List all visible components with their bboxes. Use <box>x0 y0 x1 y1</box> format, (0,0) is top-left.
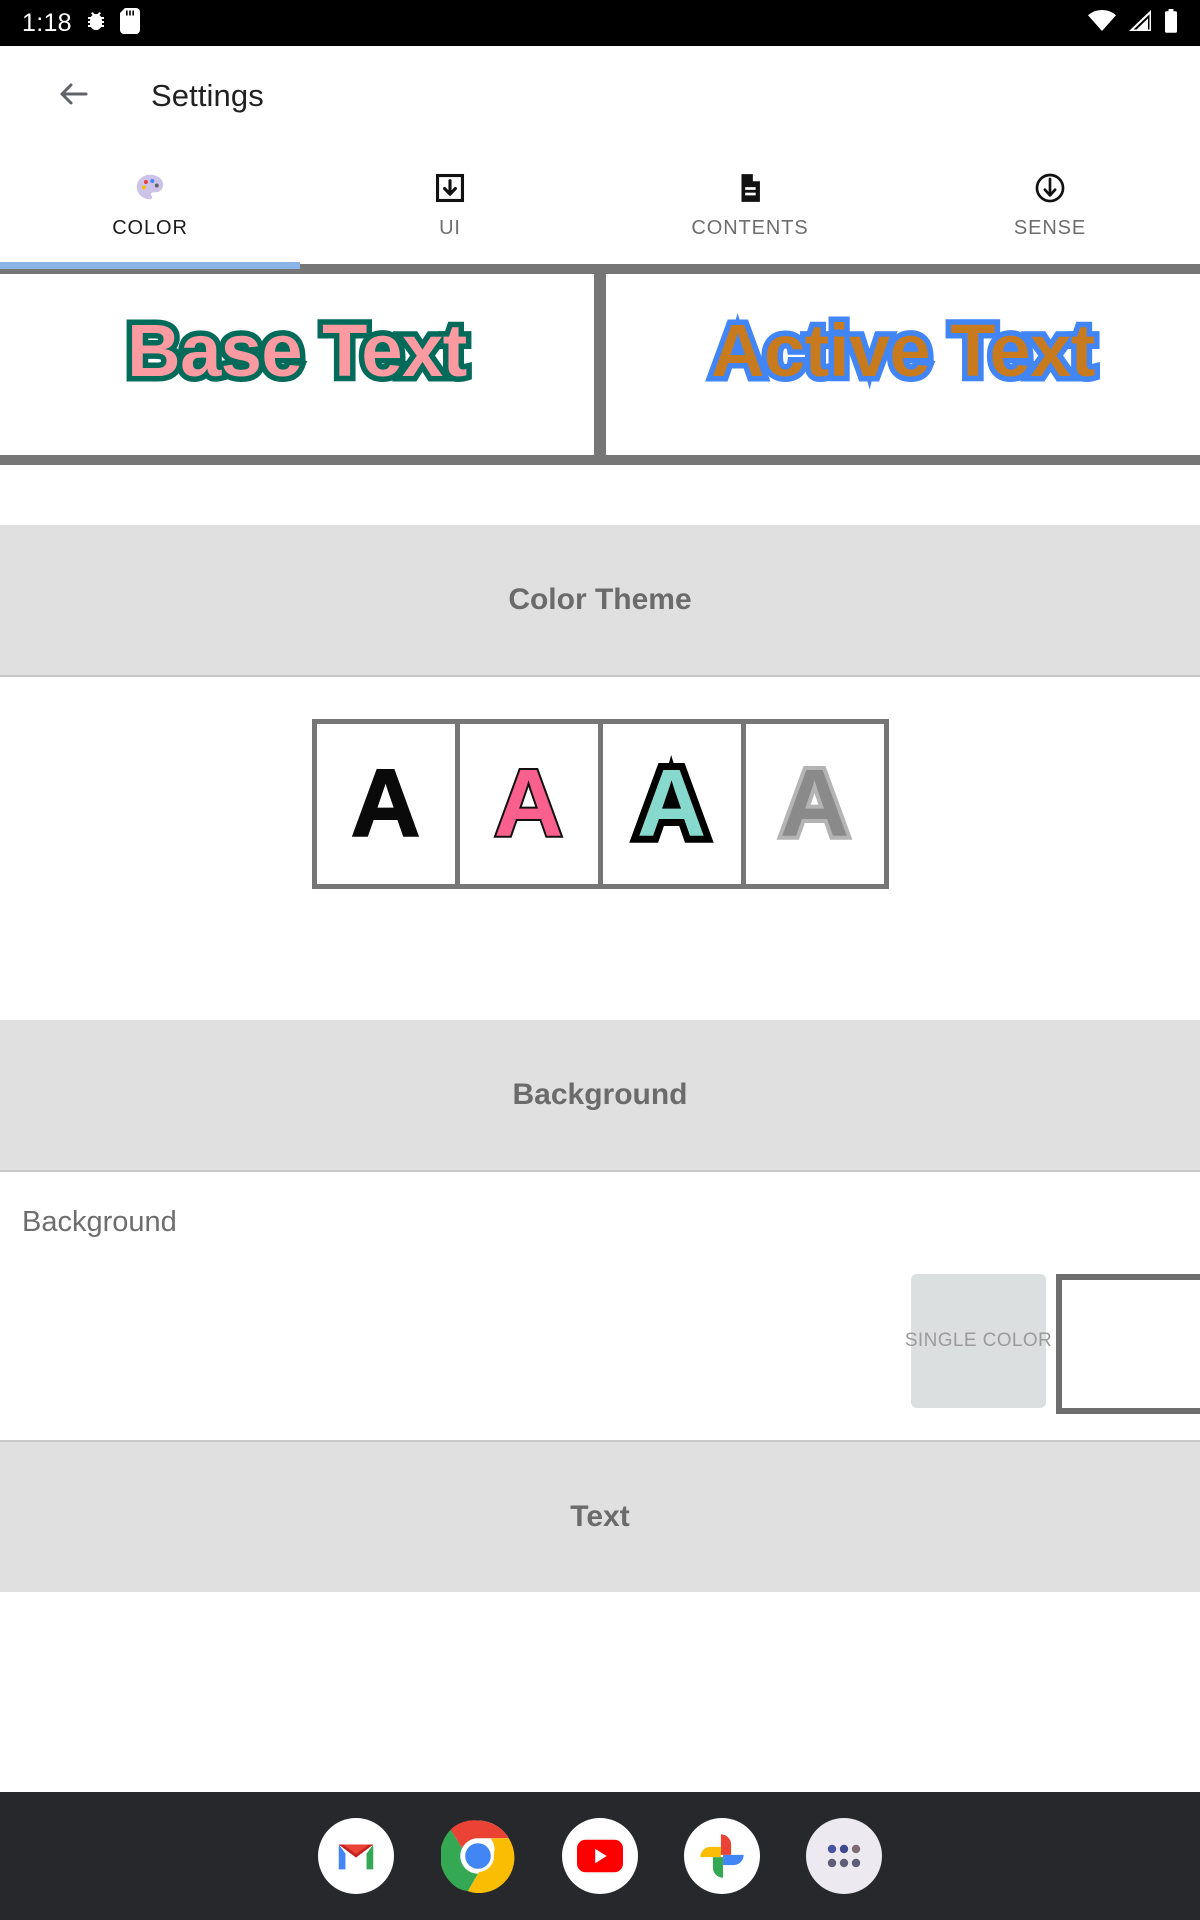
gmail-icon[interactable] <box>318 1818 394 1894</box>
tab-bar: COLOR UI CONTENTS SENSE <box>0 146 1200 269</box>
tab-label-contents: CONTENTS <box>691 217 809 239</box>
back-button[interactable] <box>48 70 100 122</box>
google-photos-icon[interactable] <box>684 1818 760 1894</box>
active-text-sample: Active Text <box>706 308 1101 393</box>
cell-signal-icon <box>1127 9 1153 37</box>
section-title-color-theme: Color Theme <box>508 583 692 616</box>
preview-row: Base Text Active Text <box>0 269 1200 465</box>
section-header-background: Background <box>0 1020 1200 1170</box>
wifi-icon <box>1088 9 1116 37</box>
bug-icon <box>84 9 108 38</box>
page-title: Settings <box>151 78 264 113</box>
theme-swatch-3[interactable]: A <box>745 723 884 884</box>
theme-letter-2: A <box>630 748 713 858</box>
tab-ui[interactable]: UI <box>300 146 600 264</box>
app-drawer-icon[interactable] <box>806 1818 882 1894</box>
tab-selected-indicator <box>0 262 300 269</box>
single-color-button[interactable]: SINGLE COLOR <box>905 1274 1052 1408</box>
tab-contents[interactable]: CONTENTS <box>600 146 900 264</box>
tab-sense[interactable]: SENSE <box>900 146 1200 264</box>
spacer-after-preview <box>0 465 1200 525</box>
active-text-preview[interactable]: Active Text <box>606 274 1200 455</box>
sd-card-icon <box>119 7 140 39</box>
bottom-dock <box>0 1792 1200 1920</box>
tab-label-sense: SENSE <box>1013 217 1087 239</box>
theme-letter-1: A <box>492 749 565 857</box>
section-header-text: Text <box>0 1442 1200 1592</box>
background-preference-row[interactable]: Background SINGLE COLOR <box>0 1172 1200 1440</box>
theme-letter-0: A <box>350 749 421 857</box>
tab-underline <box>0 262 1200 269</box>
section-title-text: Text <box>570 1500 630 1533</box>
circle-down-arrow-icon <box>1033 170 1067 206</box>
spacer-after-themes <box>0 930 1200 1020</box>
theme-swatch-0[interactable]: A <box>316 723 455 884</box>
theme-swatch-1[interactable]: A <box>459 723 598 884</box>
theme-letter-3: A <box>776 749 853 857</box>
document-icon <box>733 170 767 206</box>
base-text-preview[interactable]: Base Text <box>0 274 594 455</box>
theme-swatch-2[interactable]: A <box>602 723 741 884</box>
tab-label-ui: UI <box>439 217 461 239</box>
tab-color[interactable]: COLOR <box>0 146 300 264</box>
status-bar-right <box>1088 8 1178 38</box>
status-bar: 1:18 <box>0 0 1200 46</box>
background-preference-label: Background <box>22 1206 177 1238</box>
youtube-icon[interactable] <box>562 1818 638 1894</box>
system-update-icon <box>433 170 467 206</box>
chrome-icon[interactable] <box>440 1818 516 1894</box>
section-header-color-theme: Color Theme <box>0 525 1200 675</box>
background-color-swatch[interactable] <box>1056 1274 1200 1414</box>
status-bar-left: 1:18 <box>22 7 140 39</box>
background-preference-controls: SINGLE COLOR <box>905 1274 1200 1414</box>
section-title-background: Background <box>512 1078 688 1111</box>
base-text-sample: Base Text <box>122 308 473 393</box>
color-theme-strip: A A A A <box>311 718 889 889</box>
color-theme-swatch-area: A A A A <box>0 677 1200 930</box>
app-bar: Settings <box>0 46 1200 146</box>
tab-label-color: COLOR <box>112 217 188 239</box>
battery-icon <box>1164 8 1178 38</box>
palette-icon <box>133 170 167 206</box>
back-arrow-icon <box>56 76 92 117</box>
status-bar-clock: 1:18 <box>22 8 72 37</box>
